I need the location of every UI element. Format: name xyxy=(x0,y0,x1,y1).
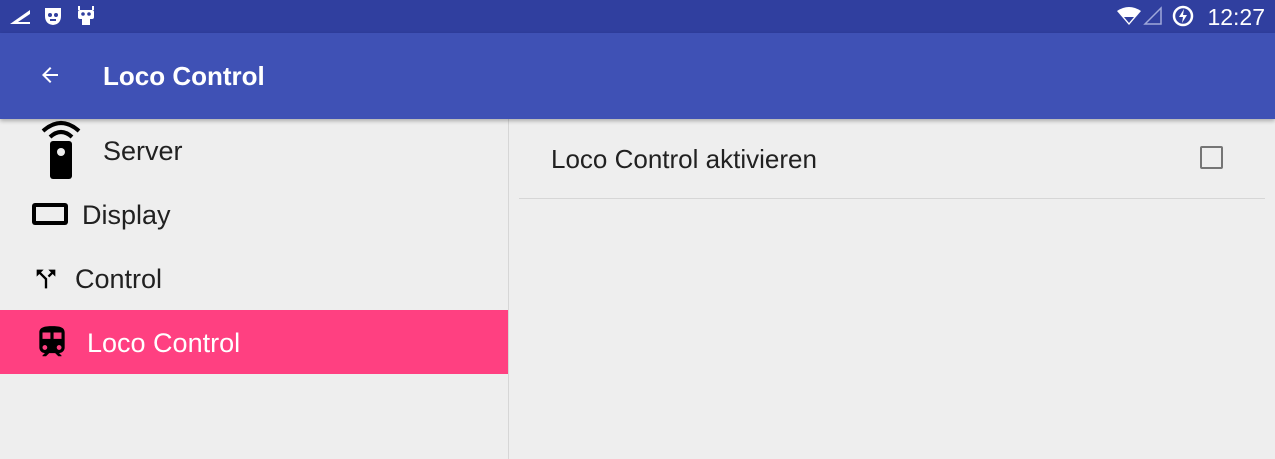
signal-edge-icon xyxy=(10,10,30,24)
sidebar-item-label: Display xyxy=(82,200,171,230)
sidebar-item-label: Control xyxy=(75,264,163,294)
display-icon xyxy=(32,203,68,225)
sidebar-item-server[interactable]: Server xyxy=(0,119,508,183)
train-icon xyxy=(39,326,65,357)
status-clock: 12:27 xyxy=(1207,4,1265,30)
status-bar: 12:27 xyxy=(0,0,1275,33)
app-bar: Loco Control xyxy=(0,33,1275,119)
arrow-back-icon xyxy=(42,67,58,83)
sidebar-item-control[interactable]: Control xyxy=(0,247,508,311)
battery-charging-icon xyxy=(1172,5,1194,27)
cyanogen-android-icon xyxy=(78,6,94,25)
sidebar-item-display[interactable]: Display xyxy=(0,183,508,247)
back-button[interactable] xyxy=(28,53,72,97)
wifi-icon xyxy=(1117,7,1141,25)
call-split-icon xyxy=(36,269,56,289)
preference-title: Loco Control aktivieren xyxy=(551,144,817,174)
sidebar-item-label: Loco Control xyxy=(87,328,241,358)
loco-control-enable-checkbox[interactable] xyxy=(1200,146,1223,169)
sidebar-item-loco-control[interactable]: Loco Control xyxy=(0,310,508,374)
settings-sidebar: Server Display Control Loco Control xyxy=(0,119,508,459)
preferences-pane: Loco Control aktivieren xyxy=(509,119,1275,459)
loco-control-enable-row[interactable]: Loco Control aktivieren xyxy=(519,119,1265,199)
sidebar-item-label: Server xyxy=(103,136,183,166)
cell-signal-icon xyxy=(1143,6,1162,25)
remote-control-icon xyxy=(41,121,81,179)
cyanogen-robot-icon xyxy=(45,8,61,25)
page-title: Loco Control xyxy=(103,61,265,91)
